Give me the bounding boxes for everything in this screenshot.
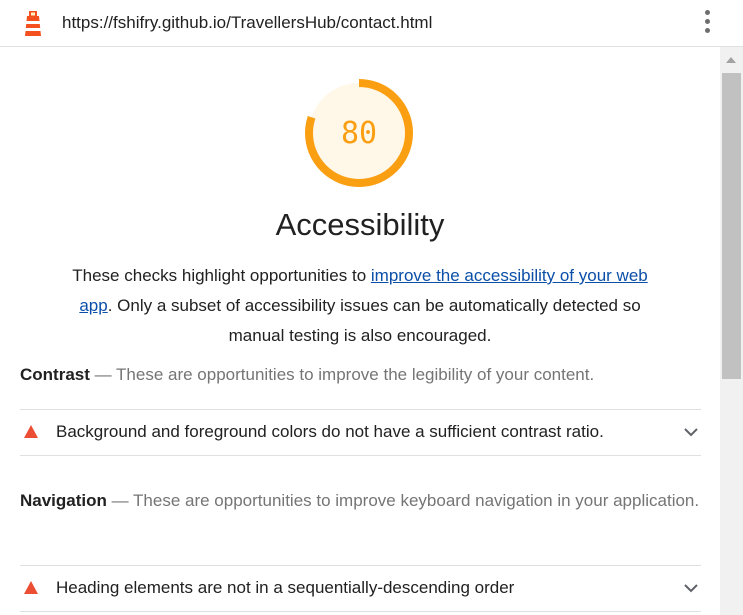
report-content: 80 Accessibility These checks highlight … <box>0 47 720 615</box>
fail-icon <box>24 581 38 594</box>
audit-heading-order[interactable]: Heading elements are not in a sequential… <box>20 565 701 612</box>
chevron-down-icon[interactable] <box>684 581 698 595</box>
group-separator: — <box>89 365 117 384</box>
group-contrast-header: Contrast — These are opportunities to im… <box>20 360 700 390</box>
scrollbar[interactable] <box>720 47 743 615</box>
page-url[interactable]: https://fshifry.github.io/TravellersHub/… <box>62 13 432 33</box>
description-text: These checks highlight opportunities to <box>72 266 371 285</box>
lighthouse-icon <box>25 11 41 36</box>
group-title: Contrast <box>20 365 90 384</box>
audit-title: Background and foreground colors do not … <box>56 422 604 441</box>
audit-color-contrast[interactable]: Background and foreground colors do not … <box>20 409 701 456</box>
group-description: These are opportunities to improve the l… <box>116 365 595 384</box>
description-text-2: . Only a subset of accessibility issues … <box>107 296 641 345</box>
group-navigation-header: Navigation — These are opportunities to … <box>20 486 700 516</box>
category-title: Accessibility <box>275 207 445 242</box>
group-title: Navigation <box>20 491 107 510</box>
group-description: These are opportunities to improve keybo… <box>133 491 700 510</box>
kebab-menu-icon[interactable] <box>700 10 714 36</box>
score-value: 80 <box>340 115 378 151</box>
audit-title: Heading elements are not in a sequential… <box>56 578 515 597</box>
url-bar: https://fshifry.github.io/TravellersHub/… <box>0 0 743 47</box>
chevron-down-icon[interactable] <box>684 425 698 439</box>
scrollbar-thumb[interactable] <box>722 73 741 379</box>
group-separator: — <box>106 491 134 510</box>
scroll-up-arrow-icon[interactable] <box>726 57 736 63</box>
fail-icon <box>24 425 38 438</box>
category-description: These checks highlight opportunities to … <box>60 261 660 351</box>
